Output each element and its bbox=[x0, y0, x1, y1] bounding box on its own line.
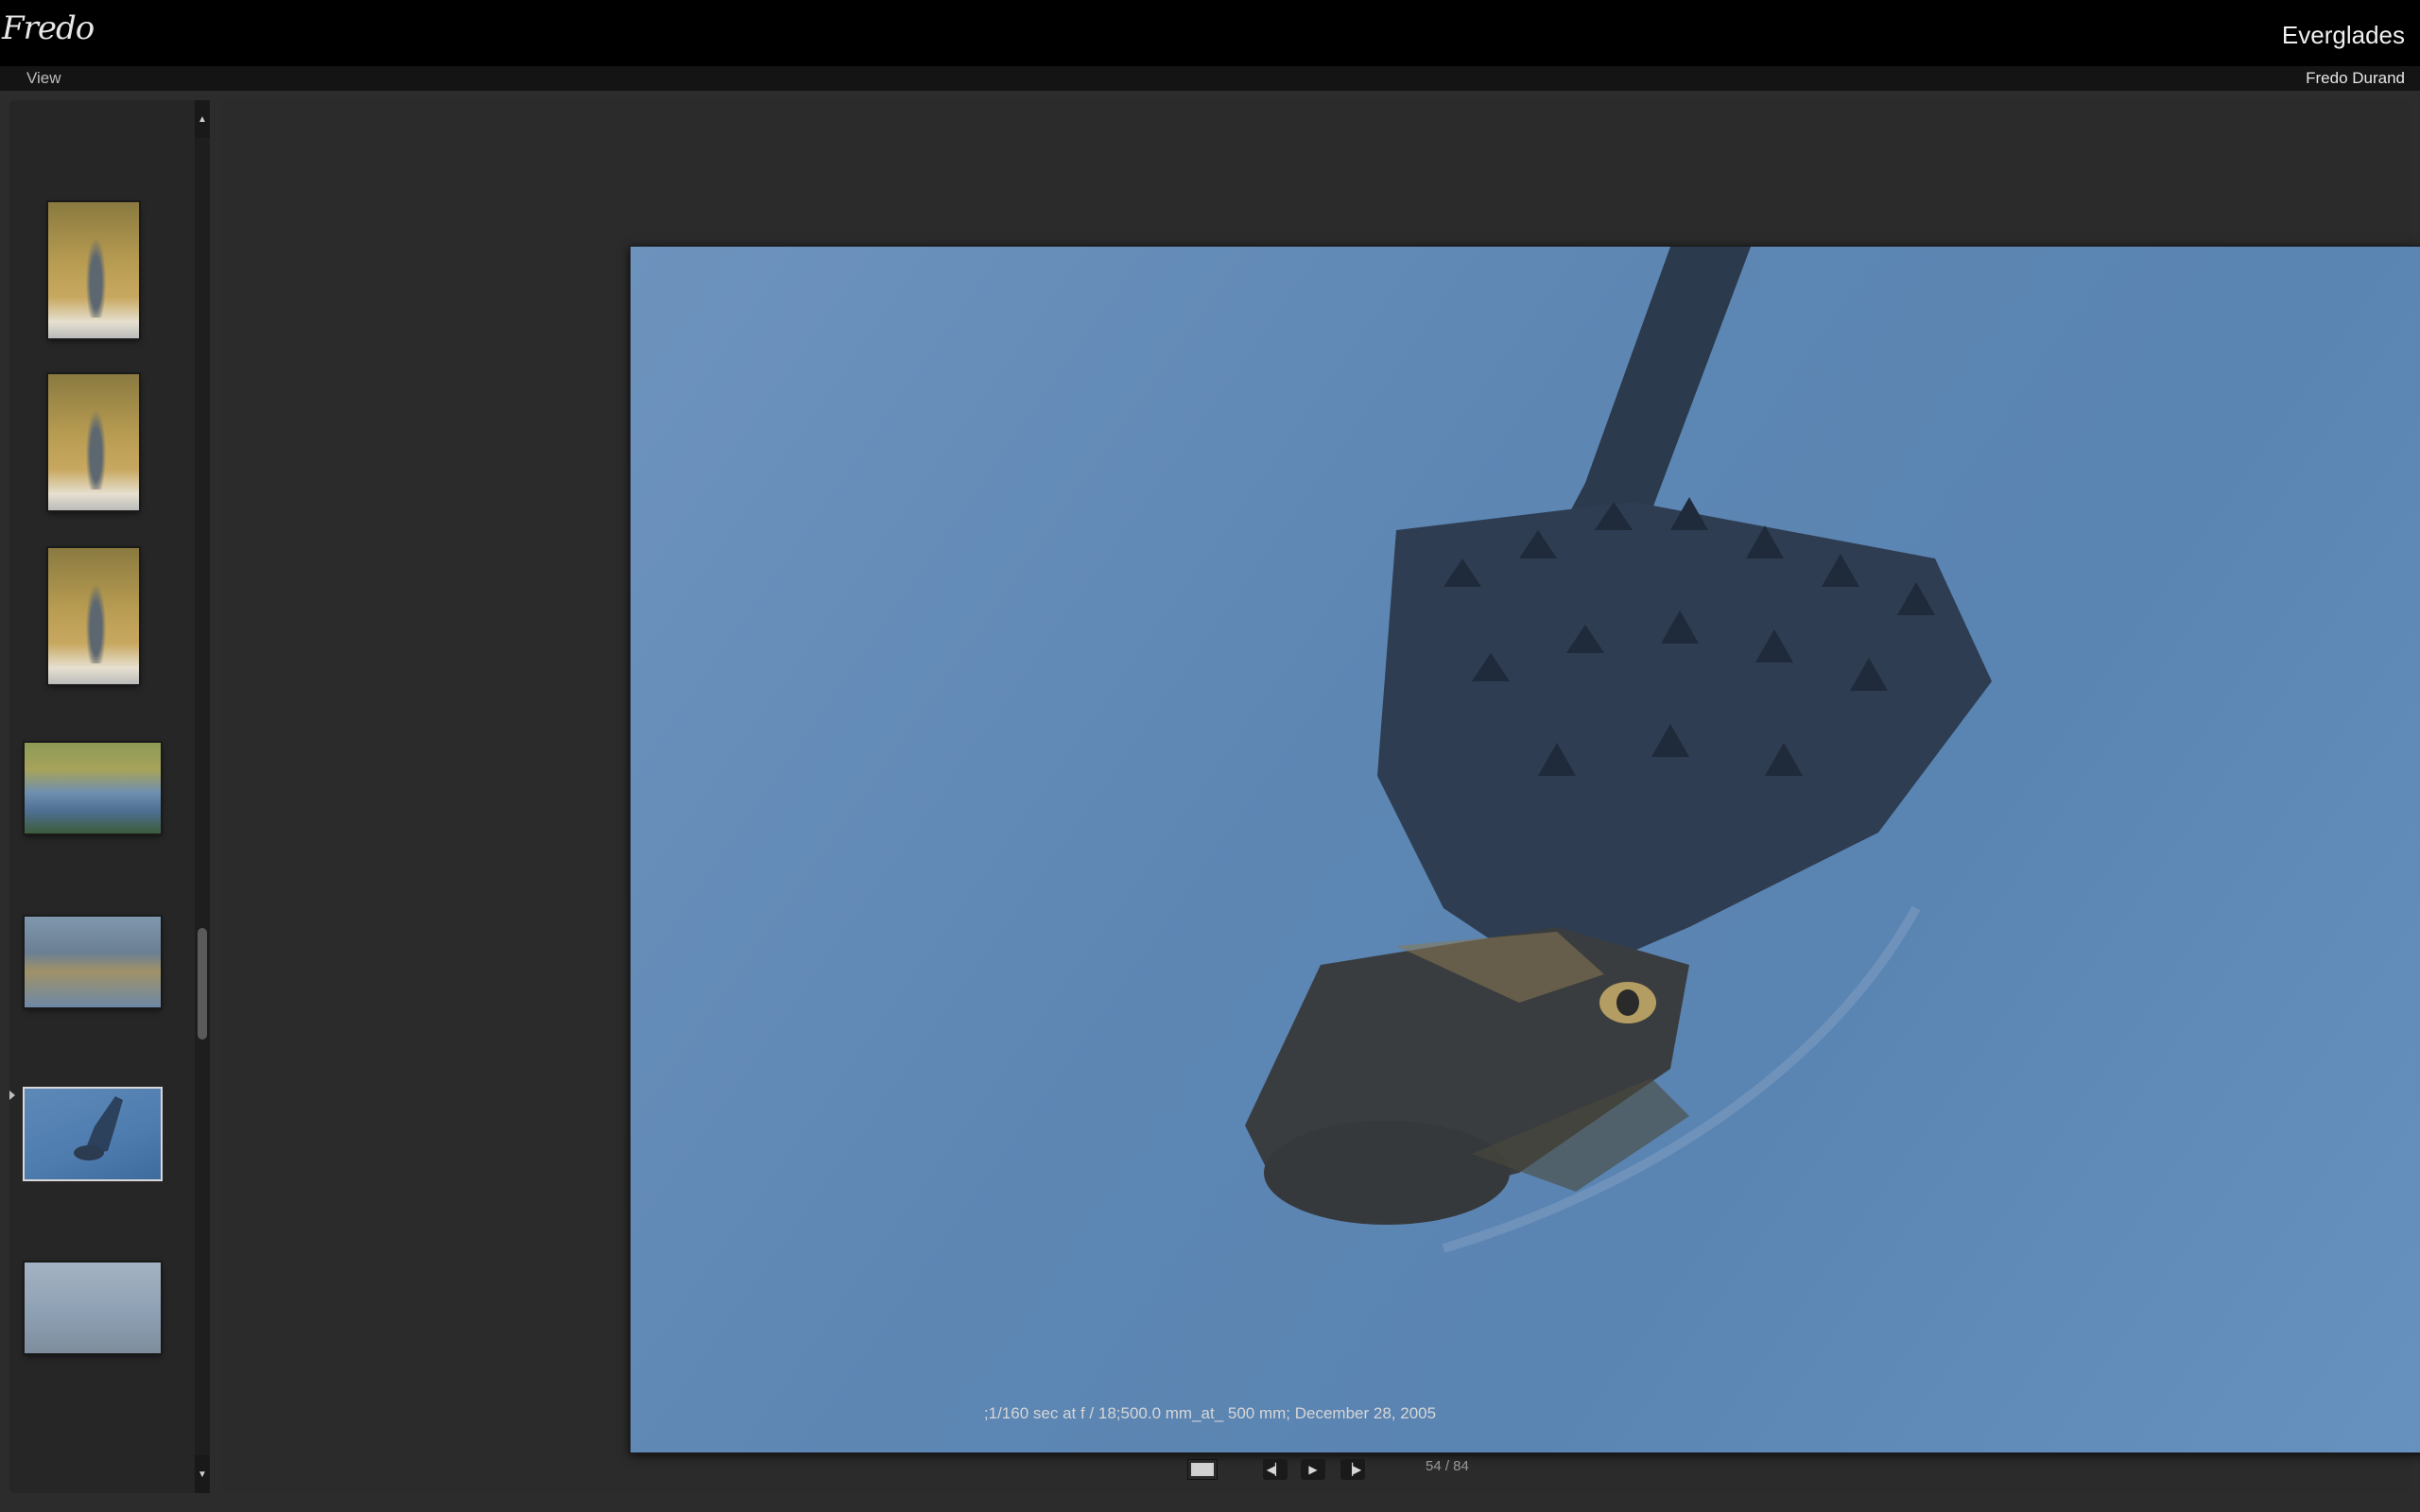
scroll-thumb[interactable] bbox=[198, 928, 207, 1040]
selection-marker-icon bbox=[9, 1091, 15, 1100]
photo-counter: 54 / 84 bbox=[1426, 1458, 1469, 1474]
alligator-photo-art bbox=[1245, 247, 1992, 1253]
thumbnail-strip: ▲ ▼ bbox=[9, 100, 210, 1493]
play-icon[interactable]: ▶ bbox=[1301, 1459, 1325, 1480]
next-icon[interactable]: ▕▶ bbox=[1340, 1459, 1365, 1480]
thumbnail-heron-2[interactable] bbox=[48, 374, 139, 510]
thumbnail-alligator-small[interactable] bbox=[25, 917, 161, 1007]
scroll-track[interactable] bbox=[195, 138, 210, 1455]
top-bar: Fredo Everglades bbox=[0, 0, 2420, 66]
thumbnail-marsh[interactable] bbox=[25, 743, 161, 833]
author-name: Fredo Durand bbox=[2306, 69, 2405, 87]
thumbnail-anhinga[interactable] bbox=[25, 1263, 161, 1353]
single-view-icon[interactable] bbox=[1187, 1459, 1218, 1480]
logo[interactable]: Fredo bbox=[2, 9, 95, 47]
thumbnail-alligator-art bbox=[74, 1096, 123, 1160]
thumbnail-scrollbar[interactable]: ▲ ▼ bbox=[195, 100, 210, 1493]
view-menu[interactable]: View bbox=[26, 69, 61, 88]
previous-icon[interactable]: ◀▏ bbox=[1263, 1459, 1288, 1480]
photo-caption: ;1/160 sec at f / 18;500.0 mm_at_ 500 mm… bbox=[983, 1404, 1437, 1422]
main-photo[interactable] bbox=[630, 246, 2420, 1453]
menu-bar: View Fredo Durand bbox=[0, 66, 2420, 91]
thumbnail-heron-3[interactable] bbox=[48, 548, 139, 684]
thumbnail-heron-1[interactable] bbox=[48, 202, 139, 338]
gallery-title: Everglades bbox=[2281, 21, 2405, 49]
main-panel bbox=[221, 100, 2420, 1493]
thumbnail-alligator-selected[interactable] bbox=[25, 1089, 161, 1179]
playback-controls: ◀▏ ▶ ▕▶ bbox=[0, 1459, 2420, 1480]
scroll-up-icon[interactable]: ▲ bbox=[195, 100, 210, 138]
